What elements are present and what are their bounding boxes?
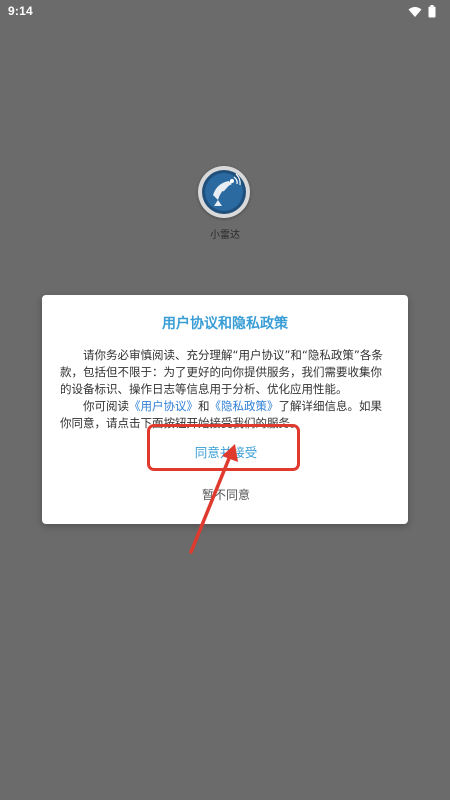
- dialog-body: 请你务必审慎阅读、充分理解“用户协议”和“隐私政策”各条款，包括但不限于：为了更…: [60, 347, 392, 432]
- para2-prefix: 你可阅读: [83, 399, 129, 413]
- battery-icon: [428, 5, 436, 21]
- dialog-paragraph-1: 请你务必审慎阅读、充分理解“用户协议”和“隐私政策”各条款，包括但不限于：为了更…: [60, 348, 383, 396]
- user-agreement-link[interactable]: 《用户协议》: [129, 399, 198, 413]
- dialog-title: 用户协议和隐私政策: [162, 316, 288, 332]
- para2-and: 和: [198, 399, 210, 413]
- privacy-dialog: 用户协议和隐私政策 请你务必审慎阅读、充分理解“用户协议”和“隐私政策”各条款，…: [42, 295, 408, 524]
- privacy-policy-link[interactable]: 《隐私政策》: [210, 399, 279, 413]
- status-time: 9:14: [8, 4, 33, 18]
- status-bar: 9:14: [0, 0, 450, 22]
- agree-button[interactable]: 同意并接受: [176, 440, 276, 466]
- app-icon-button[interactable]: [198, 166, 254, 222]
- status-icons: [408, 5, 436, 21]
- radar-dish-icon: [198, 166, 250, 218]
- wifi-icon: [408, 6, 422, 21]
- dialog-paragraph-2: 你可阅读《用户协议》和《隐私政策》了解详细信息。如果你同意，请点击下面按钮开始接…: [60, 398, 392, 432]
- app-label: 小雷达: [210, 230, 240, 241]
- disagree-button[interactable]: 暂不同意: [176, 483, 276, 507]
